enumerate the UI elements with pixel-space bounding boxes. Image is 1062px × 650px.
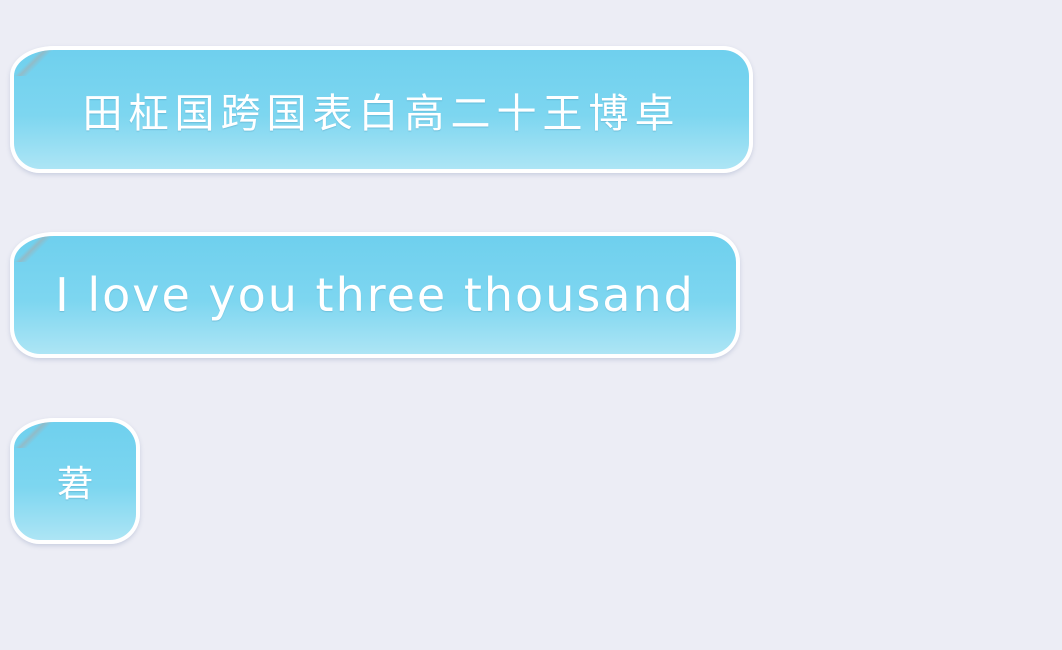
- message-bubble[interactable]: 莙: [10, 418, 140, 544]
- message-text: 田柾国跨国表白高二十王博卓: [82, 90, 681, 137]
- message-bubble[interactable]: I love you three thousand: [10, 232, 740, 358]
- chat-message-list: 田柾国跨国表白高二十王博卓 I love you three thousand …: [0, 0, 1062, 650]
- message-text: I love you three thousand: [55, 268, 695, 322]
- message-text: 莙: [56, 464, 93, 505]
- message-bubble[interactable]: 田柾国跨国表白高二十王博卓: [10, 46, 753, 173]
